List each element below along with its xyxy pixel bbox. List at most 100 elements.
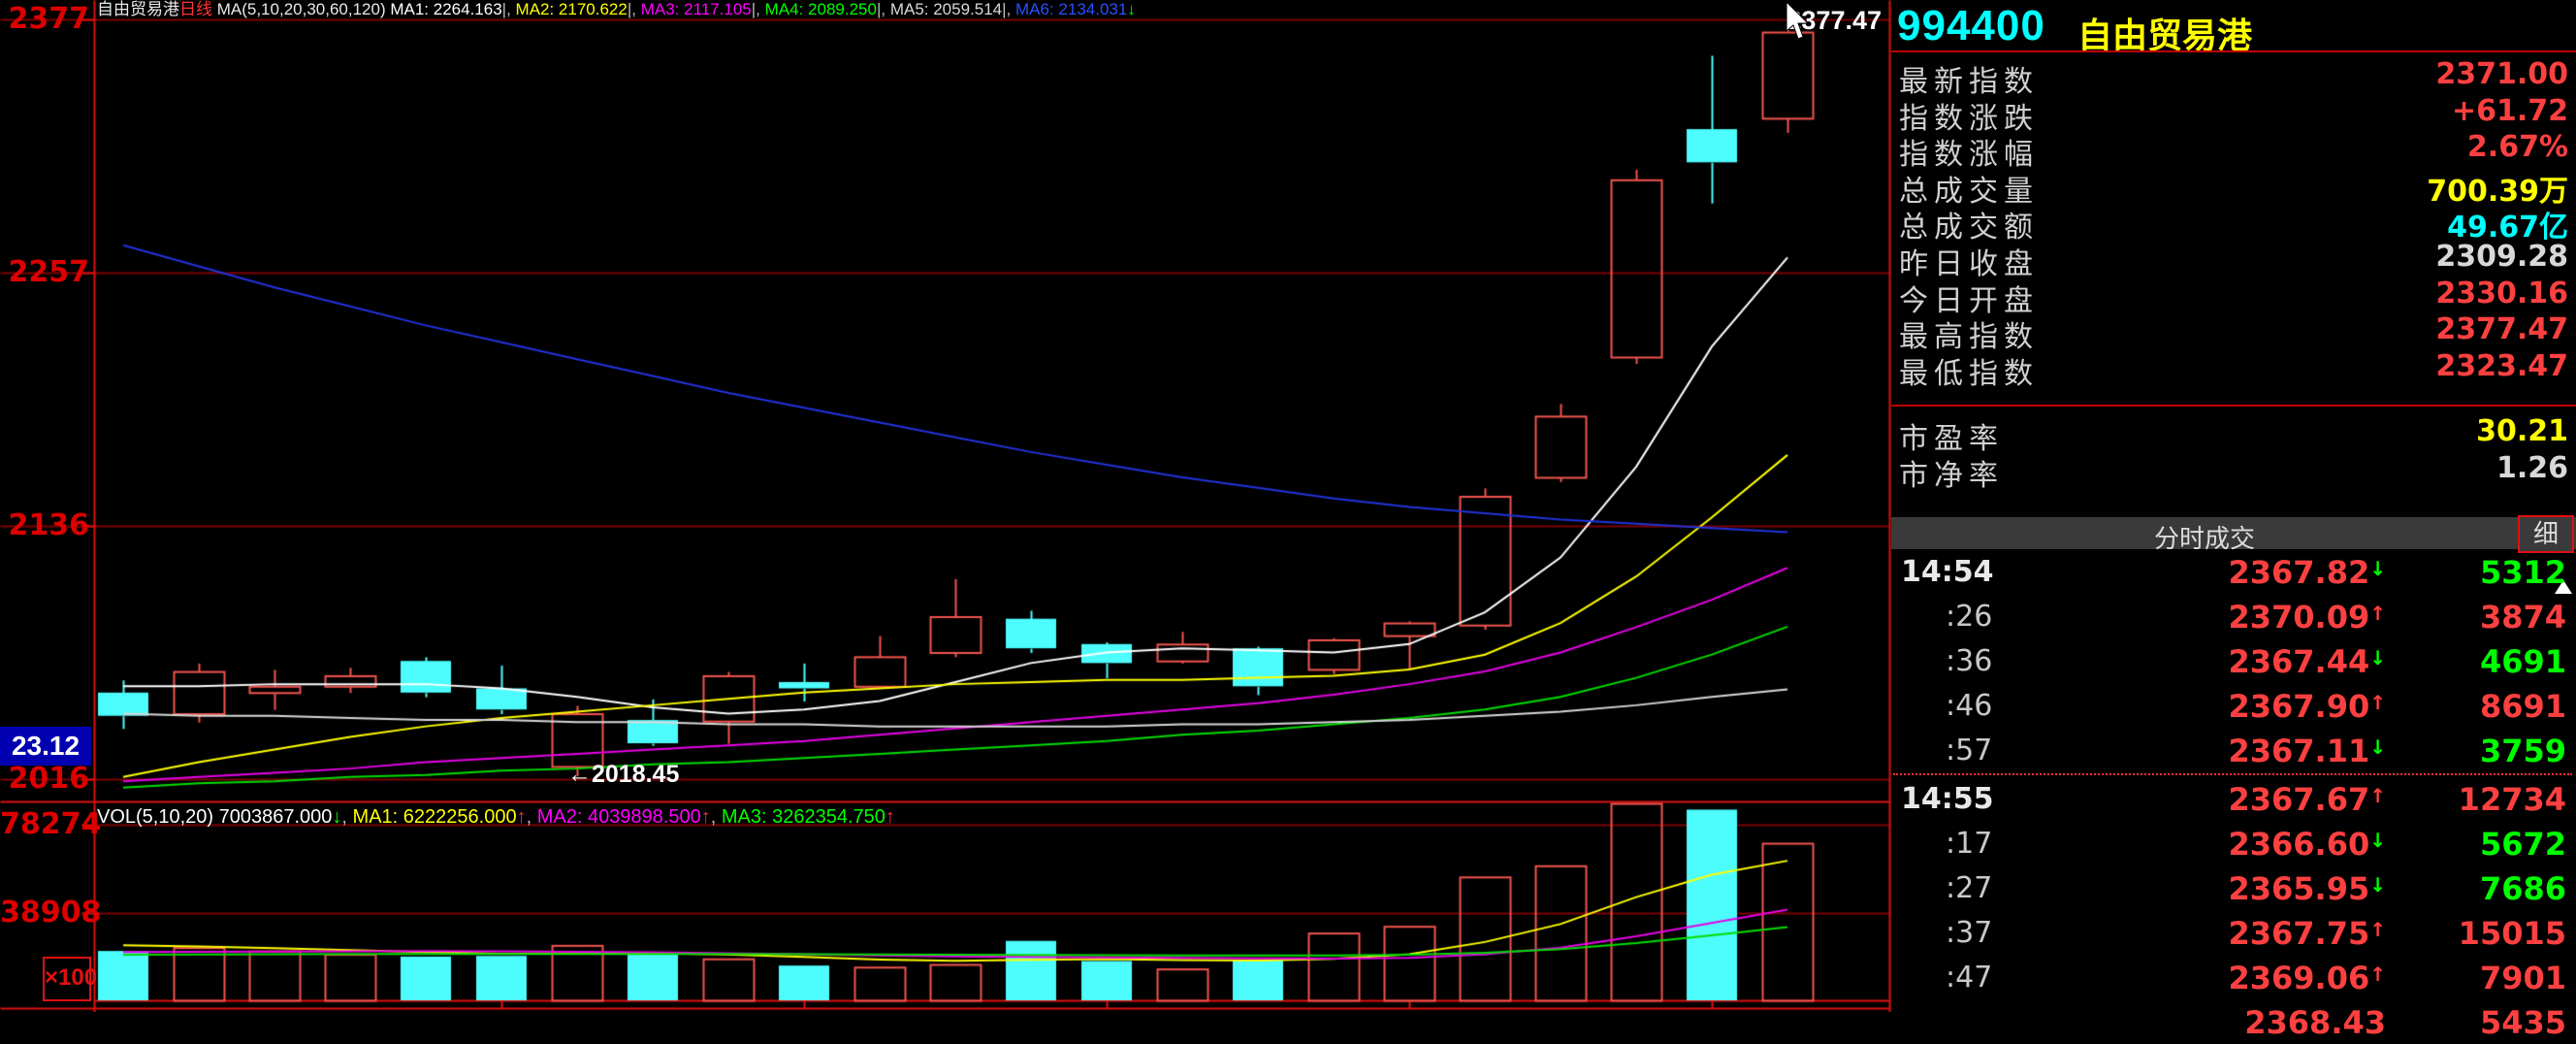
tape-row[interactable]: :47 2369.06↑ 7901	[1891, 955, 2576, 999]
down-arrow-icon: ↓	[2369, 646, 2386, 669]
tape-volume: 7901	[2480, 960, 2566, 996]
tape-row[interactable]: :362367.44↓4691	[1891, 638, 2576, 683]
info-value: 2309.28	[2435, 240, 2568, 274]
tape-detail-button[interactable]: 细	[2518, 515, 2574, 553]
info-value: 2377.47	[2435, 312, 2568, 346]
header-segment: MA6: 2134.031	[1015, 0, 1127, 18]
tape-row[interactable]: :262370.09↑3874	[1891, 594, 2576, 638]
tape-price: 2367.90↑	[2134, 688, 2386, 725]
header-segment: |,	[877, 0, 890, 18]
volume-axis-label: 38908	[0, 898, 89, 928]
tape-time: 14:55	[1901, 782, 1994, 816]
down-arrow-icon: ↓	[2369, 873, 2386, 897]
info-row: 昨日收盘2309.28	[1891, 237, 2576, 274]
tape-time: :27	[1946, 871, 1992, 905]
volume-axis-label: 78274	[0, 810, 89, 839]
info-row: 总成交量700.39万	[1891, 164, 2576, 201]
tape-volume: 7686	[2480, 870, 2566, 907]
tape-row[interactable]: :37 2367.75↑ 15015	[1891, 910, 2576, 955]
header-segment: MA5: 2059.514	[890, 0, 1002, 18]
trading-terminal: { "colors":{ "up_candle":"#f2544e","down…	[0, 0, 2576, 1012]
tape-volume: 5672	[2480, 826, 2566, 863]
info-row: 总成交额49.67亿	[1891, 200, 2576, 237]
info-row: 指数涨幅2.67%	[1891, 127, 2576, 164]
quote-panel: 994400 自由贸易港 最新指数2371.00指数涨跌+61.72指数涨幅2.…	[1891, 0, 2576, 1012]
volume-multiplier-box: ×100	[43, 957, 91, 1001]
tape-row[interactable]: 2368.43 5435	[1891, 999, 2576, 1044]
tape-time: :57	[1946, 734, 1992, 767]
header-segment: 自由贸易港	[97, 0, 179, 18]
tape-volume: 4691	[2480, 643, 2566, 680]
header-segment: ↑	[517, 806, 527, 828]
up-arrow-icon: ↑	[2369, 691, 2386, 714]
tape-row[interactable]: :172366.60↓5672	[1891, 821, 2576, 865]
tape-price: 2369.06↑	[2134, 960, 2386, 996]
header-segment: ↓	[1127, 0, 1136, 18]
info-row: 指数涨跌+61.72	[1891, 91, 2576, 128]
tape-volume: 3874	[2480, 599, 2566, 636]
header-segment: |,	[502, 0, 516, 18]
tape-time: :37	[1946, 916, 1992, 950]
info-value: 2.67%	[2467, 130, 2568, 164]
tape-volume: 5435	[2480, 1004, 2566, 1041]
low-price-annotation: ←2018.45	[567, 761, 679, 789]
header-segment: 日线	[179, 0, 212, 18]
header-segment: MA2: 2170.622	[516, 0, 628, 18]
up-arrow-icon: ↑	[2369, 602, 2386, 625]
up-arrow-icon: ↑	[2369, 962, 2386, 986]
info-row: 最高指数2377.47	[1891, 310, 2576, 346]
header-segment: MA1: 6222256.000	[353, 806, 517, 828]
tape-row[interactable]: :27 2365.95↓ 7686	[1891, 865, 2576, 910]
price-axis-label: 2377	[0, 5, 89, 34]
info-row: 最新指数2371.00	[1891, 54, 2576, 91]
info-value: 30.21	[2476, 414, 2568, 448]
down-arrow-icon: ↓	[2369, 735, 2386, 759]
header-segment: ↑	[701, 806, 711, 828]
header-segment: ,	[711, 806, 722, 828]
tape-volume: 8691	[2480, 688, 2566, 725]
info-label: 市净率	[1899, 451, 2004, 494]
kline-header: 自由贸易港日线 MA(5,10,20,30,60,120) MA1: 2264.…	[97, 0, 1136, 19]
tape-price: 2370.09↑	[2134, 599, 2386, 636]
info-value: 2323.47	[2435, 349, 2568, 383]
tape-price: 2365.95↓	[2134, 870, 2386, 907]
header-segment: ,	[341, 806, 352, 828]
tape-row[interactable]: 14:55 2367.67↑ 12734	[1891, 776, 2576, 821]
tape-price: 2367.67↑	[2134, 781, 2386, 818]
header-segment: MA3: 3262354.750	[722, 806, 886, 828]
tape-price: 2368.43	[2134, 1004, 2386, 1041]
tape-price: 2367.11↓	[2134, 733, 2386, 769]
tape-volume: 15015	[2459, 915, 2566, 952]
divider	[1891, 50, 2576, 52]
tape-volume: 12734	[2459, 781, 2566, 818]
tape-time: :47	[1946, 961, 1992, 995]
down-arrow-icon: ↓	[2369, 557, 2386, 580]
info-value: 2371.00	[2435, 57, 2568, 91]
price-axis-label: 2016	[0, 765, 89, 794]
tape-price: 2367.44↓	[2134, 643, 2386, 680]
header-segment: |,	[1002, 0, 1015, 18]
header-segment: MA3: 2117.105	[641, 0, 752, 18]
header-segment: MA1: 2264.163	[390, 0, 501, 18]
stock-code[interactable]: 994400	[1897, 2, 2045, 50]
price-axis-label: 2136	[0, 511, 89, 540]
volume-header: VOL(5,10,20) 7003867.000↓, MA1: 6222256.…	[97, 803, 895, 832]
header-segment: MA2: 4039898.500	[537, 806, 701, 828]
info-row: 最低指数2323.47	[1891, 346, 2576, 383]
tape-separator	[1893, 773, 2572, 775]
info-label: 最低指数	[1899, 349, 2039, 392]
tape-volume: 3759	[2480, 733, 2566, 769]
header-segment: |,	[752, 0, 765, 18]
mouse-cursor-icon	[1785, 2, 1814, 43]
ratio-row: 市净率1.26	[1891, 448, 2576, 485]
tape-price: 2367.82↓	[2134, 554, 2386, 591]
tape-row[interactable]: :57 2367.11↓ 3759	[1891, 728, 2576, 772]
tape-price: 2367.75↑	[2134, 915, 2386, 952]
divider	[1891, 405, 2576, 407]
tape-row[interactable]: 14:542367.82↓5312	[1891, 549, 2576, 594]
header-segment: ↓	[332, 806, 341, 828]
price-axis-label: 2257	[0, 258, 89, 287]
info-value: 1.26	[2496, 451, 2568, 485]
tape-row[interactable]: :462367.90↑8691	[1891, 683, 2576, 728]
up-arrow-icon: ↑	[2369, 784, 2386, 807]
